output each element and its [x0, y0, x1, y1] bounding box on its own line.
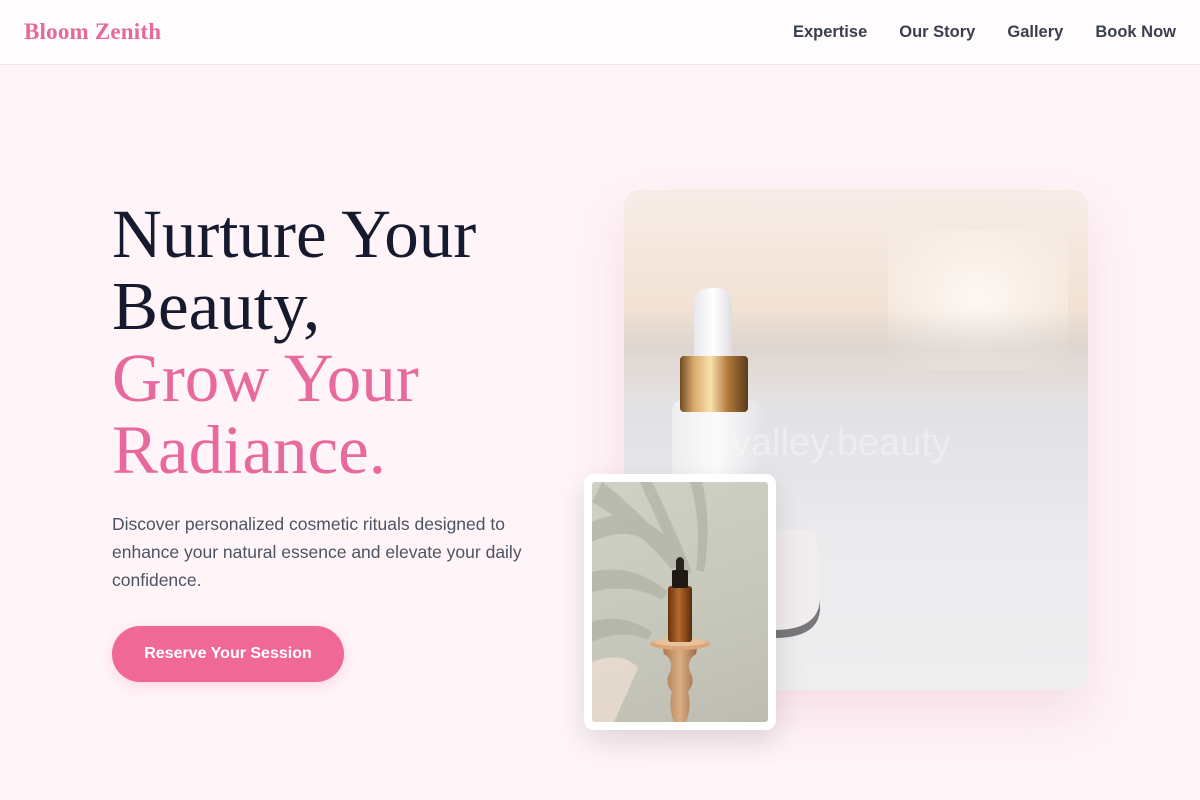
hero-heading-line-1: Nurture Your [112, 196, 477, 272]
inset-product-image [584, 474, 776, 730]
reserve-session-button[interactable]: Reserve Your Session [112, 626, 344, 682]
brand-logo[interactable]: Bloom Zenith [24, 19, 161, 45]
wooden-pedestal [662, 644, 698, 722]
top-navbar: Bloom Zenith Expertise Our Story Gallery… [0, 0, 1200, 65]
amber-bottle-illustration [592, 482, 710, 722]
amber-bottle-cap [672, 570, 688, 588]
hero-heading-accent-line-2: Radiance. [112, 412, 386, 488]
hand-shape [592, 657, 638, 722]
nav-link-gallery[interactable]: Gallery [1007, 23, 1063, 42]
main-nav: Expertise Our Story Gallery Book Now [793, 23, 1176, 42]
hero-heading-line-2: Beauty, [112, 268, 321, 344]
amber-bottle [668, 586, 692, 642]
hero-description: Discover personalized cosmetic rituals d… [112, 514, 522, 590]
bottle-gold-collar [680, 356, 748, 412]
dropper-bulb [694, 288, 732, 356]
image-watermark: valley.beauty [732, 422, 951, 464]
nav-link-expertise[interactable]: Expertise [793, 23, 867, 42]
hero-heading-accent-line-1: Grow Your [112, 340, 419, 416]
inset-image-content [592, 482, 768, 722]
nav-link-book-now[interactable]: Book Now [1095, 23, 1176, 42]
nav-link-our-story[interactable]: Our Story [899, 23, 975, 42]
hero-heading: Nurture Your Beauty, Grow Your Radiance. [112, 198, 592, 486]
